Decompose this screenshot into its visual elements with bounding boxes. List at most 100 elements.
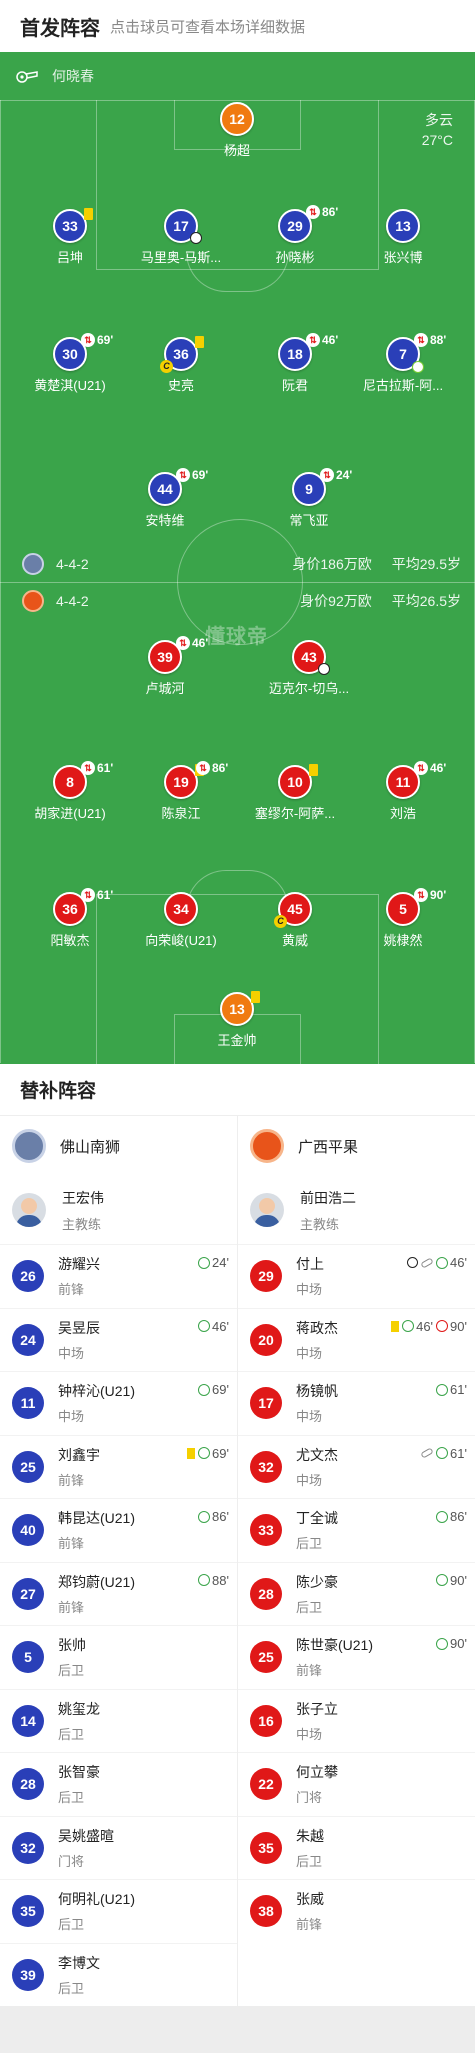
- sub-row[interactable]: 25 刘鑫宇 前锋 69': [0, 1434, 237, 1499]
- player-number: 8: [66, 774, 74, 790]
- sub-name: 张帅: [58, 1637, 86, 1654]
- sub-row[interactable]: 16 张子立 中场: [238, 1688, 475, 1753]
- away-formation: 4-4-2: [56, 593, 89, 609]
- sub-in-icon: [436, 1637, 449, 1650]
- player-away-mf-2[interactable]: 19 ⇅ 86' 陈泉江: [126, 761, 236, 822]
- player-number: 19: [173, 774, 189, 790]
- player-home-mf-3[interactable]: 18 ⇅ 46' 阮君: [240, 333, 350, 394]
- player-number: 9: [305, 481, 313, 497]
- sub-number: 17: [250, 1387, 282, 1420]
- sub-position: 中场: [58, 1409, 85, 1425]
- player-number: 13: [229, 1001, 245, 1017]
- player-home-fw-2[interactable]: 9 ⇅ 24' 常飞亚: [254, 468, 364, 529]
- sub-row[interactable]: 33 丁全诚 后卫 86': [238, 1498, 475, 1562]
- sub-number: 25: [250, 1641, 282, 1674]
- sub-row[interactable]: 27 郑钧蔚(U21) 前锋 88': [0, 1561, 237, 1626]
- sub-name: 吴姚盛暄: [58, 1827, 114, 1844]
- player-away-df-3[interactable]: 45 C 黄威: [240, 892, 350, 949]
- home-coach[interactable]: 王宏伟 主教练: [0, 1176, 237, 1244]
- home-team-logo-icon: [12, 1129, 46, 1163]
- sub-out-icon: ⇅ 46': [176, 636, 208, 650]
- player-name: 陈泉江: [161, 806, 201, 821]
- sub-position: 后卫: [296, 1853, 323, 1869]
- player-number: 39: [157, 649, 173, 665]
- player-home-df-2[interactable]: 17 马里奥-马斯...: [126, 209, 236, 266]
- sub-number: 22: [250, 1768, 282, 1801]
- home-value: 身价186万欧: [292, 556, 372, 572]
- player-away-mf-4[interactable]: 11 ⇅ 46' 刘浩: [348, 761, 458, 822]
- sub-row[interactable]: 39 李博文 后卫: [0, 1942, 237, 2007]
- player-name: 马里奥-马斯...: [140, 250, 222, 265]
- player-away-fw-1[interactable]: 39 ⇅ 46' 卢城河: [110, 636, 220, 697]
- player-home-df-1[interactable]: 33 吕坤: [15, 208, 125, 266]
- player-home-mf-2[interactable]: 36 C 史亮: [126, 336, 236, 394]
- player-number: 34: [164, 892, 198, 926]
- sub-row[interactable]: 17 杨镜帆 中场 61': [238, 1371, 475, 1435]
- sub-name: 何立攀: [296, 1764, 338, 1781]
- player-away-mf-1[interactable]: 8 ⇅ 61' 胡家进(U21): [15, 761, 125, 822]
- player-home-mf-4[interactable]: 7 ⇅ 88' 尼古拉斯-阿...: [348, 333, 458, 394]
- substitutes-title: 替补阵容: [0, 1064, 475, 1116]
- sub-row[interactable]: 35 朱越 后卫: [238, 1815, 475, 1880]
- player-home-gk[interactable]: 12 杨超: [182, 102, 292, 159]
- home-team-header[interactable]: 佛山南狮: [0, 1116, 237, 1176]
- player-home-df-3[interactable]: 29 ⇅ 86' 孙晓彬: [240, 205, 350, 266]
- coach-role: 主教练: [62, 1216, 102, 1232]
- sub-name: 张威: [296, 1891, 324, 1908]
- sub-row[interactable]: 26 游耀兴 前锋 24': [0, 1244, 237, 1308]
- sub-minute: 61': [97, 888, 114, 902]
- player-away-df-2[interactable]: 34 向荣峻(U21): [126, 892, 236, 949]
- player-home-fw-1[interactable]: 44 ⇅ 69' 安特维: [110, 468, 220, 529]
- sub-row[interactable]: 14 姚玺龙 后卫: [0, 1688, 237, 1753]
- sub-position: 中场: [296, 1409, 323, 1425]
- sub-row[interactable]: 32 吴姚盛暄 门将: [0, 1815, 237, 1880]
- player-away-mf-3[interactable]: 10 塞缪尔-阿萨...: [240, 764, 350, 822]
- sub-row[interactable]: 28 张智豪 后卫: [0, 1752, 237, 1816]
- sub-row[interactable]: 38 张威 前锋: [238, 1879, 475, 1943]
- sub-name: 尤文杰: [296, 1446, 338, 1463]
- ball-icon: [407, 1257, 419, 1268]
- away-team-header[interactable]: 广西平果: [238, 1116, 475, 1176]
- sub-row[interactable]: 5 张帅 后卫: [0, 1625, 237, 1689]
- boot-icon: [420, 1256, 434, 1269]
- player-number: 45: [287, 901, 303, 917]
- weather-temperature: 27°C: [421, 132, 453, 148]
- sub-out-icon: ⇅ 46': [414, 761, 446, 775]
- player-number: 11: [395, 774, 411, 790]
- player-home-df-4[interactable]: 13 张兴博: [348, 209, 458, 266]
- away-subs: 广西平果 前田浩二 主教练 29 付上 中场 46' 20 蒋政杰 中场 46' 90' 17 杨…: [238, 1116, 475, 2006]
- sub-row[interactable]: 29 付上 中场 46': [238, 1244, 475, 1308]
- sub-row[interactable]: 22 何立攀 门将: [238, 1752, 475, 1816]
- sub-number: 24: [12, 1323, 44, 1356]
- sub-row[interactable]: 28 陈少豪 后卫 90': [238, 1561, 475, 1626]
- sub-row[interactable]: 40 韩昆达(U21) 前锋 86': [0, 1498, 237, 1562]
- yellow-card-icon: [195, 336, 204, 348]
- away-coach[interactable]: 前田浩二 主教练: [238, 1176, 475, 1244]
- sub-minute: 61': [97, 761, 114, 775]
- sub-out-icon: ⇅ 69': [176, 468, 208, 482]
- sub-row[interactable]: 25 陈世豪(U21) 前锋 90': [238, 1625, 475, 1689]
- player-away-gk[interactable]: 13 王金帅: [182, 991, 292, 1049]
- sub-number: 35: [250, 1831, 282, 1864]
- sub-row[interactable]: 35 何明礼(U21) 后卫: [0, 1879, 237, 1943]
- player-number: 7: [399, 346, 407, 362]
- player-name: 黄威: [281, 933, 308, 948]
- player-number: 12: [220, 102, 254, 136]
- sub-row[interactable]: 32 尤文杰 中场 61': [238, 1434, 475, 1499]
- sub-name: 张子立: [296, 1700, 338, 1717]
- sub-row[interactable]: 20 蒋政杰 中场 46' 90': [238, 1307, 475, 1372]
- sub-row[interactable]: 24 吴昱辰 中场 46': [0, 1307, 237, 1372]
- sub-number: 28: [12, 1768, 44, 1801]
- player-away-df-1[interactable]: 36 ⇅ 61' 阳敏杰: [15, 888, 125, 949]
- sub-row[interactable]: 11 钟梓沁(U21) 中场 69': [0, 1371, 237, 1435]
- player-away-fw-2[interactable]: 43 迈克尔-切乌...: [254, 640, 364, 697]
- player-name: 安特维: [145, 513, 185, 528]
- player-name: 卢城河: [145, 681, 185, 696]
- player-name: 阮君: [281, 378, 308, 393]
- home-avg-age: 平均29.5岁: [391, 556, 461, 572]
- sub-number: 14: [12, 1704, 44, 1737]
- player-home-mf-1[interactable]: 30 ⇅ 69' 黄楚淇(U21): [15, 333, 125, 394]
- player-number: 18: [287, 346, 303, 362]
- player-away-df-4[interactable]: 5 ⇅ 90' 姚棣然: [348, 888, 458, 949]
- captain-icon: C: [274, 915, 287, 928]
